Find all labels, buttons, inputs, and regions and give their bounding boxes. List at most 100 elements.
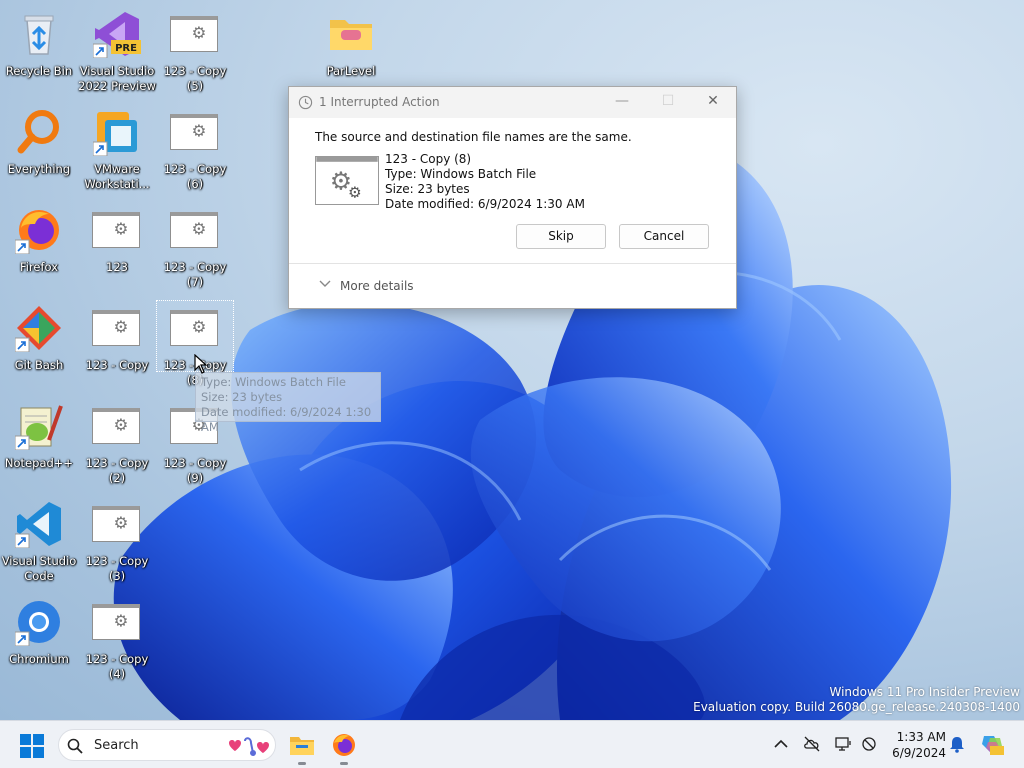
file-type: Type: Windows Batch File bbox=[385, 167, 537, 181]
desktop-icon-batch-file[interactable]: ⚙ 123 - Copy (6) bbox=[156, 104, 234, 194]
desktop-icon-firefox[interactable]: Firefox bbox=[0, 202, 78, 292]
svg-text:⚙: ⚙ bbox=[192, 121, 207, 140]
svg-text:⚙: ⚙ bbox=[114, 415, 129, 434]
desktop-icon-batch-file[interactable]: ⚙ 123 - Copy bbox=[78, 300, 156, 390]
icon-label: 123 - Copy bbox=[85, 358, 149, 372]
taskbar-search-box[interactable]: Search bbox=[58, 729, 276, 761]
icon-label: 123 - Copy (3) bbox=[85, 554, 149, 583]
firefox-icon bbox=[333, 734, 355, 756]
close-button[interactable]: ✕ bbox=[690, 87, 736, 118]
icon-label: Notepad++ bbox=[4, 456, 74, 470]
interrupted-action-dialog[interactable]: 1 Interrupted Action — ☐ ✕ The source an… bbox=[288, 86, 737, 309]
clock-time: 1:33 AM bbox=[896, 730, 946, 744]
svg-text:⚙: ⚙ bbox=[114, 513, 129, 532]
dialog-message: The source and destination file names ar… bbox=[315, 130, 632, 144]
icon-label: Recycle Bin bbox=[5, 64, 73, 78]
icon-label: Everything bbox=[7, 162, 71, 176]
volume-muted-icon[interactable] bbox=[860, 735, 878, 753]
more-details-link[interactable]: More details bbox=[340, 279, 414, 293]
svg-text:⚙: ⚙ bbox=[192, 317, 207, 336]
icon-label: VMware Workstati... bbox=[84, 162, 150, 191]
file-details: 123 - Copy (8) Type: Windows Batch File … bbox=[385, 152, 585, 212]
watermark-edition: Windows 11 Pro Insider Preview bbox=[829, 685, 1020, 699]
search-highlight-hearts-icon bbox=[229, 737, 269, 756]
icon-label: Visual Studio Code bbox=[1, 554, 77, 583]
minimize-button[interactable]: — bbox=[599, 87, 645, 118]
chevron-up-icon[interactable] bbox=[772, 735, 790, 753]
desktop-icon-visual-studio-2022-preview[interactable]: PRE Visual Studio 2022 Preview bbox=[78, 6, 156, 96]
svg-text:⚙: ⚙ bbox=[114, 219, 129, 238]
icon-label: Git Bash bbox=[14, 358, 64, 372]
everything-search-icon bbox=[17, 110, 59, 154]
recycle-bin-icon bbox=[24, 15, 54, 55]
chevron-down-icon[interactable] bbox=[319, 279, 331, 289]
desktop-icon-batch-file[interactable]: ⚙ 123 - Copy (2) bbox=[78, 398, 156, 488]
icon-label: 123 - Copy (4) bbox=[85, 652, 149, 681]
skip-button[interactable]: Skip bbox=[516, 224, 606, 249]
desktop-icon-notepad-plus-plus[interactable]: Notepad++ bbox=[0, 398, 78, 488]
svg-text:PRE: PRE bbox=[115, 43, 137, 54]
mouse-cursor-icon bbox=[194, 354, 208, 374]
desktop-icon-batch-file[interactable]: ⚙ 123 - Copy (5) bbox=[156, 6, 234, 96]
desktop-icon-recycle-bin[interactable]: Recycle Bin bbox=[0, 6, 78, 96]
desktop-icon-vmware-workstation[interactable]: VMware Workstati... bbox=[78, 104, 156, 194]
dialog-titlebar[interactable]: 1 Interrupted Action — ☐ ✕ bbox=[289, 87, 736, 118]
search-icon bbox=[67, 738, 83, 754]
taskbar-file-explorer[interactable] bbox=[288, 731, 316, 765]
network-monitor-icon[interactable] bbox=[834, 735, 852, 753]
desktop[interactable]: Recycle Bin Everything Firefox Git Bash bbox=[0, 0, 1024, 720]
folder-icon bbox=[330, 20, 372, 50]
desktop-icon-batch-file[interactable]: ⚙ 123 - Copy (3) bbox=[78, 496, 156, 586]
maximize-button: ☐ bbox=[661, 93, 675, 109]
batch-file-icon: ⚙ bbox=[92, 408, 140, 444]
batch-file-icon: ⚙ bbox=[92, 506, 140, 542]
clock-icon bbox=[298, 95, 313, 110]
desktop-icon-batch-file[interactable]: ⚙ 123 - Copy (4) bbox=[78, 594, 156, 684]
git-bash-icon bbox=[15, 306, 61, 352]
batch-file-icon: ⚙ bbox=[170, 114, 218, 150]
icon-label: ParLevel bbox=[326, 64, 376, 78]
desktop-icon-vscode[interactable]: Visual Studio Code bbox=[0, 496, 78, 586]
firefox-icon bbox=[15, 210, 59, 254]
file-name: 123 - Copy (8) bbox=[385, 152, 472, 166]
icon-label: 123 - Copy (7) bbox=[163, 260, 227, 289]
vscode-icon bbox=[15, 502, 61, 548]
batch-file-icon: ⚙ bbox=[170, 310, 218, 346]
system-clock[interactable]: 1:33 AM 6/9/2024 bbox=[886, 729, 946, 761]
copilot-preview-icon[interactable] bbox=[980, 732, 1004, 756]
windows-start-icon[interactable] bbox=[20, 734, 44, 758]
file-size: Size: 23 bytes bbox=[385, 182, 470, 196]
clock-date: 6/9/2024 bbox=[892, 746, 946, 760]
batch-file-icon: ⚙ bbox=[92, 212, 140, 248]
notification-bell-icon[interactable] bbox=[948, 735, 966, 753]
cancel-button[interactable]: Cancel bbox=[619, 224, 709, 249]
icon-label: 123 - Copy (6) bbox=[163, 162, 227, 191]
desktop-icon-everything[interactable]: Everything bbox=[0, 104, 78, 194]
visual-studio-preview-icon: PRE bbox=[93, 12, 141, 58]
svg-text:⚙: ⚙ bbox=[114, 611, 129, 630]
icon-label: Visual Studio 2022 Preview bbox=[78, 64, 156, 93]
desktop-icon-parlevel-folder[interactable]: ParLevel bbox=[312, 6, 390, 96]
desktop-icon-batch-file[interactable]: ⚙ 123 bbox=[78, 202, 156, 292]
desktop-icon-chromium[interactable]: Chromium bbox=[0, 594, 78, 684]
tooltip-type: Type: Windows Batch File bbox=[201, 375, 346, 389]
batch-file-icon: ⚙ ⚙ bbox=[315, 156, 379, 205]
icon-label: 123 bbox=[106, 260, 128, 274]
desktop-icon-git-bash[interactable]: Git Bash bbox=[0, 300, 78, 390]
search-placeholder: Search bbox=[94, 738, 139, 753]
svg-text:⚙: ⚙ bbox=[348, 183, 362, 201]
batch-file-icon: ⚙ bbox=[170, 16, 218, 52]
svg-text:⚙: ⚙ bbox=[114, 317, 129, 336]
running-indicator bbox=[340, 762, 348, 765]
svg-text:⚙: ⚙ bbox=[192, 23, 207, 42]
batch-file-icon: ⚙ bbox=[170, 212, 218, 248]
file-explorer-icon bbox=[290, 737, 314, 755]
onedrive-offline-icon[interactable] bbox=[803, 735, 821, 753]
running-indicator bbox=[298, 762, 306, 765]
desktop-icon-batch-file[interactable]: ⚙ 123 - Copy (7) bbox=[156, 202, 234, 292]
dialog-title: 1 Interrupted Action bbox=[319, 95, 440, 109]
icon-label: Chromium bbox=[9, 652, 69, 666]
icon-label: 123 - Copy (5) bbox=[163, 64, 227, 93]
icon-label: 123 - Copy (2) bbox=[85, 456, 149, 485]
taskbar-firefox[interactable] bbox=[330, 731, 358, 765]
